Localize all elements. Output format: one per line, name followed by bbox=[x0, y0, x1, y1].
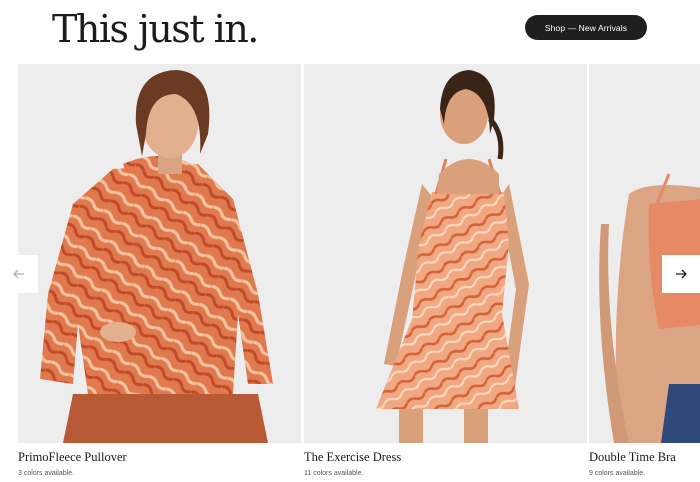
carousel-prev-button[interactable] bbox=[0, 255, 38, 293]
carousel-next-button[interactable] bbox=[662, 255, 700, 293]
product-card[interactable]: The Exercise Dress 11 colors available. bbox=[304, 64, 587, 477]
page-title: This just in. bbox=[52, 7, 259, 51]
arrow-left-icon bbox=[13, 269, 25, 279]
product-image[interactable] bbox=[304, 64, 587, 443]
product-color-count: 11 colors available. bbox=[304, 470, 364, 477]
product-image[interactable] bbox=[18, 64, 301, 443]
product-card[interactable]: PrimoFleece Pullover 3 colors available. bbox=[18, 64, 301, 477]
product-image[interactable] bbox=[589, 64, 700, 443]
product-card[interactable]: Double Time Bra 9 colors available. bbox=[589, 64, 700, 477]
shop-new-arrivals-button[interactable]: Shop — New Arrivals bbox=[525, 15, 647, 40]
product-color-count: 9 colors available. bbox=[589, 470, 646, 477]
product-name[interactable]: The Exercise Dress bbox=[304, 450, 401, 465]
product-color-count: 3 colors available. bbox=[18, 470, 75, 477]
arrow-right-icon bbox=[675, 269, 687, 279]
product-name[interactable]: Double Time Bra bbox=[589, 450, 676, 465]
product-name[interactable]: PrimoFleece Pullover bbox=[18, 450, 127, 465]
product-carousel: PrimoFleece Pullover 3 colors available. bbox=[0, 64, 700, 482]
